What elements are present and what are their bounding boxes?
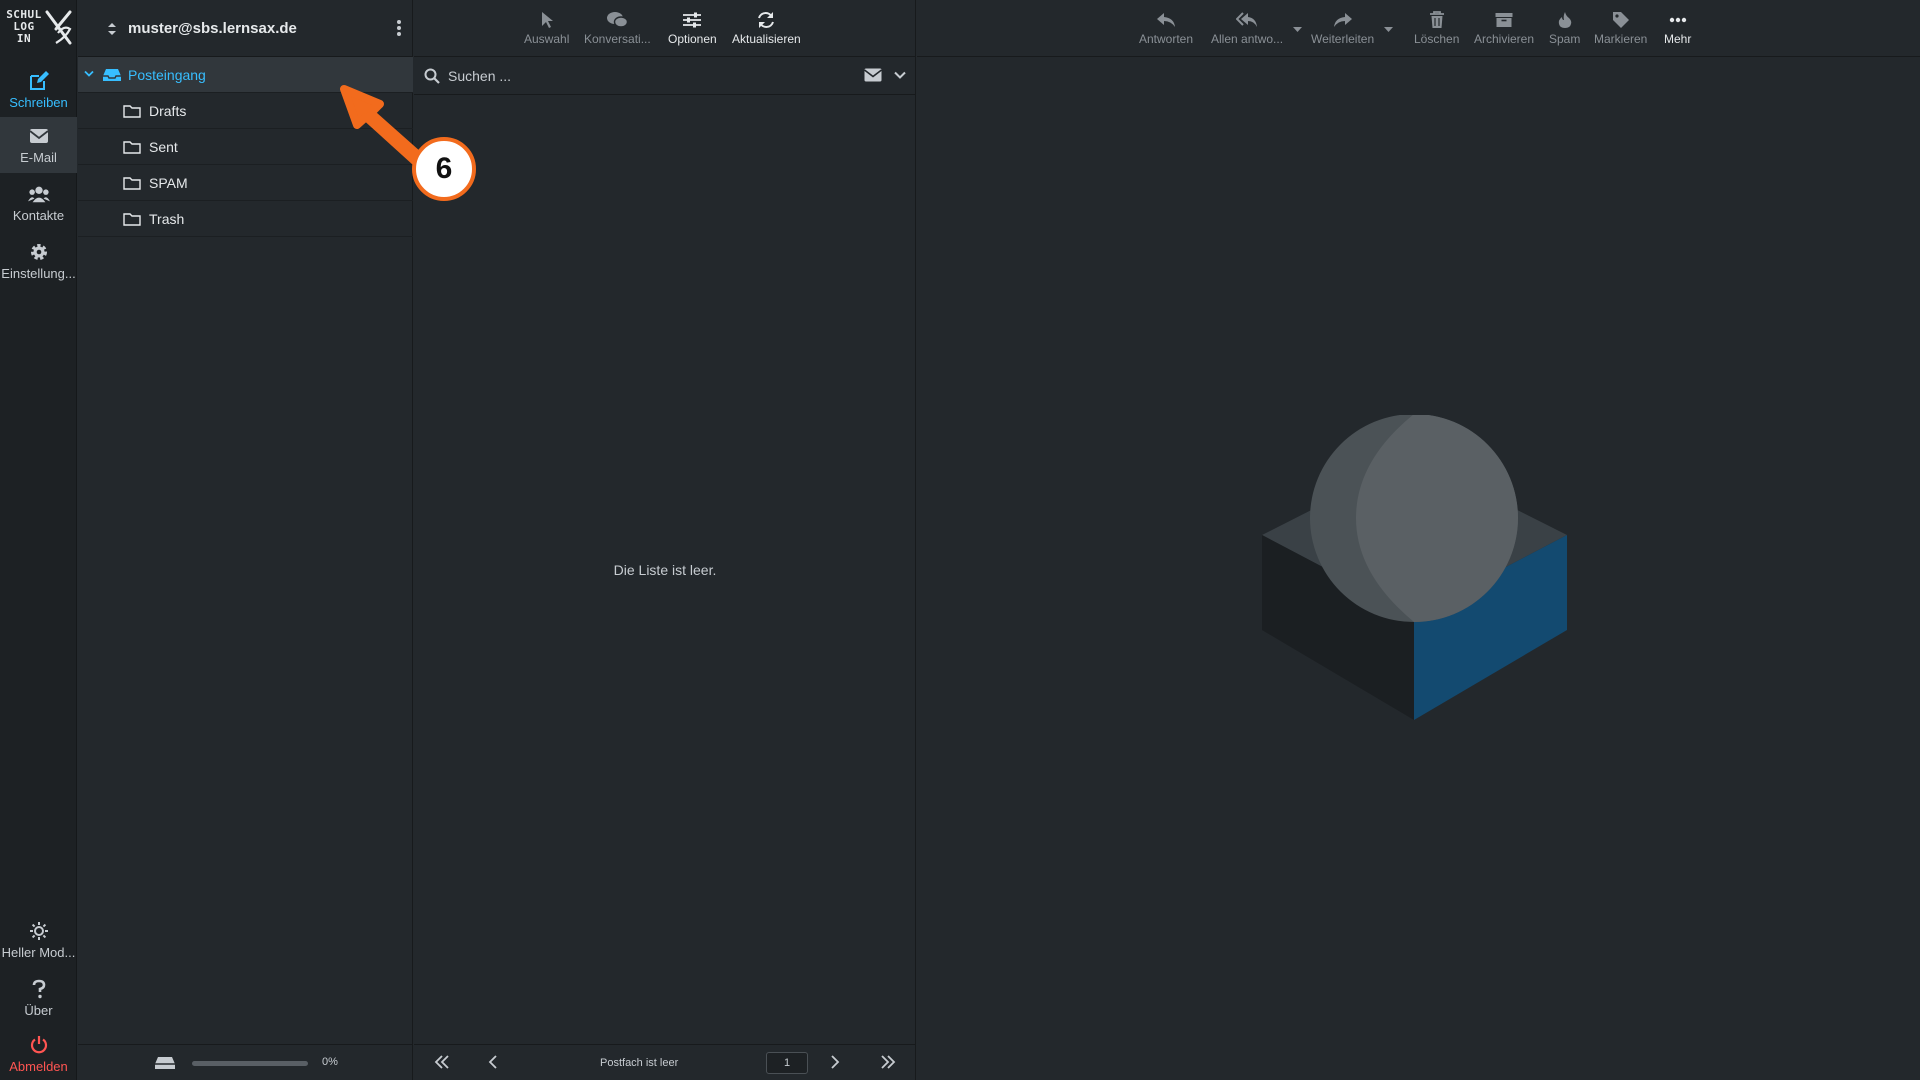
options-button[interactable]: Optionen (668, 8, 717, 52)
quota-percent: 0% (322, 1056, 338, 1068)
folder-inbox[interactable]: Posteingang (78, 57, 413, 93)
storage-icon (155, 1057, 175, 1069)
folder-icon (123, 177, 141, 190)
account-email[interactable]: muster@sbs.lernsax.de (128, 20, 297, 37)
logo-mark-icon (45, 10, 72, 45)
folder-name: Trash (149, 211, 185, 227)
forward-button[interactable]: Weiterleiten (1311, 8, 1374, 52)
select-button[interactable]: Auswahl (524, 8, 569, 52)
account-switch-icon[interactable] (108, 22, 116, 36)
more-button[interactable]: Mehr (1664, 8, 1691, 52)
refresh-button[interactable]: Aktualisieren (732, 8, 801, 52)
refresh-icon (757, 8, 775, 32)
reply-all-button[interactable]: Allen antwo... (1211, 8, 1283, 52)
search-scope-envelope-icon[interactable] (864, 68, 882, 82)
reply-button[interactable]: Antworten (1139, 8, 1193, 52)
folder-icon (123, 105, 141, 118)
chat-bubbles-icon (606, 8, 629, 32)
page-number-input[interactable] (766, 1052, 808, 1074)
folder-name: SPAM (149, 175, 188, 191)
pagination-footer: Postfach ist leer (414, 1044, 916, 1080)
last-page-icon[interactable] (880, 1055, 896, 1069)
threads-button[interactable]: Konversati... (584, 8, 651, 52)
preview-pane: Antworten Allen antwo... Weiterleiten Lö… (917, 0, 1920, 1080)
inbox-icon (103, 69, 121, 81)
kebab-menu-icon[interactable] (396, 19, 402, 37)
reply-all-dropdown-icon[interactable] (1293, 27, 1302, 33)
mark-button[interactable]: Markieren (1594, 8, 1647, 52)
power-icon (28, 1034, 50, 1056)
webmail-app: SCHUL LOG IN Schreiben E-Mail Kontakte E… (0, 0, 1920, 1080)
folder-spam[interactable]: SPAM (78, 165, 413, 201)
empty-mailbox-illustration (1262, 415, 1567, 720)
envelope-icon (28, 125, 50, 147)
gear-icon (28, 241, 50, 263)
folder-name: Sent (149, 139, 178, 155)
folder-trash[interactable]: Trash (78, 201, 413, 237)
reply-icon (1156, 8, 1176, 32)
schullogin-logo: SCHUL LOG IN (0, 0, 77, 56)
folder-list: Posteingang Drafts Sent SPAM Trash (78, 57, 413, 237)
contacts-icon (27, 183, 50, 205)
folder-sent[interactable]: Sent (78, 129, 413, 165)
chevron-down-icon[interactable] (894, 71, 906, 79)
folder-drafts[interactable]: Drafts (78, 93, 413, 129)
message-toolbar: Antworten Allen antwo... Weiterleiten Lö… (917, 0, 1920, 57)
folder-icon (123, 141, 141, 154)
more-dots-icon (1669, 8, 1687, 32)
account-header: muster@sbs.lernsax.de (78, 0, 413, 57)
tag-icon (1612, 8, 1630, 32)
empty-list-message: Die Liste ist leer. (613, 562, 717, 578)
message-list-pane: Auswahl Konversati... Optionen Aktualisi… (414, 0, 916, 1080)
fire-icon (1557, 8, 1573, 32)
folder-icon (123, 213, 141, 226)
sun-icon (28, 920, 50, 942)
delete-button[interactable]: Löschen (1414, 8, 1459, 52)
compose-button[interactable]: Schreiben (0, 62, 77, 118)
cursor-icon (540, 8, 554, 32)
nav-mail[interactable]: E-Mail (0, 117, 77, 173)
folder-name: Drafts (149, 103, 187, 119)
forward-dropdown-icon[interactable] (1384, 27, 1393, 33)
quota-footer: 0% (78, 1044, 413, 1080)
archive-icon (1495, 8, 1513, 32)
navigation-rail: SCHUL LOG IN Schreiben E-Mail Kontakte E… (0, 0, 77, 1080)
nav-contacts[interactable]: Kontakte (0, 175, 77, 231)
chevron-down-icon[interactable] (84, 70, 94, 78)
question-icon (28, 978, 50, 1000)
list-toolbar: Auswahl Konversati... Optionen Aktualisi… (414, 0, 916, 57)
nav-settings[interactable]: Einstellung... (0, 233, 77, 289)
archive-button[interactable]: Archivieren (1474, 8, 1534, 52)
light-mode-toggle[interactable]: Heller Mod... (0, 912, 77, 968)
next-page-icon[interactable] (830, 1055, 840, 1069)
sliders-icon (683, 8, 702, 32)
reply-all-icon (1236, 8, 1258, 32)
mailbox-status: Postfach ist leer (600, 1057, 679, 1069)
compose-icon (28, 70, 50, 92)
search-icon (424, 68, 440, 84)
quota-bar (192, 1061, 308, 1066)
trash-icon (1429, 8, 1445, 32)
folder-name: Posteingang (128, 67, 206, 83)
forward-icon (1333, 8, 1353, 32)
first-page-icon[interactable] (434, 1055, 450, 1069)
logout-button[interactable]: Abmelden (0, 1026, 77, 1080)
spam-button[interactable]: Spam (1549, 8, 1580, 52)
folder-pane: muster@sbs.lernsax.de Posteingang Drafts… (78, 0, 413, 1080)
about-button[interactable]: Über (0, 970, 77, 1026)
search-bar (414, 57, 916, 95)
previous-page-icon[interactable] (488, 1055, 498, 1069)
search-input[interactable] (448, 64, 848, 88)
